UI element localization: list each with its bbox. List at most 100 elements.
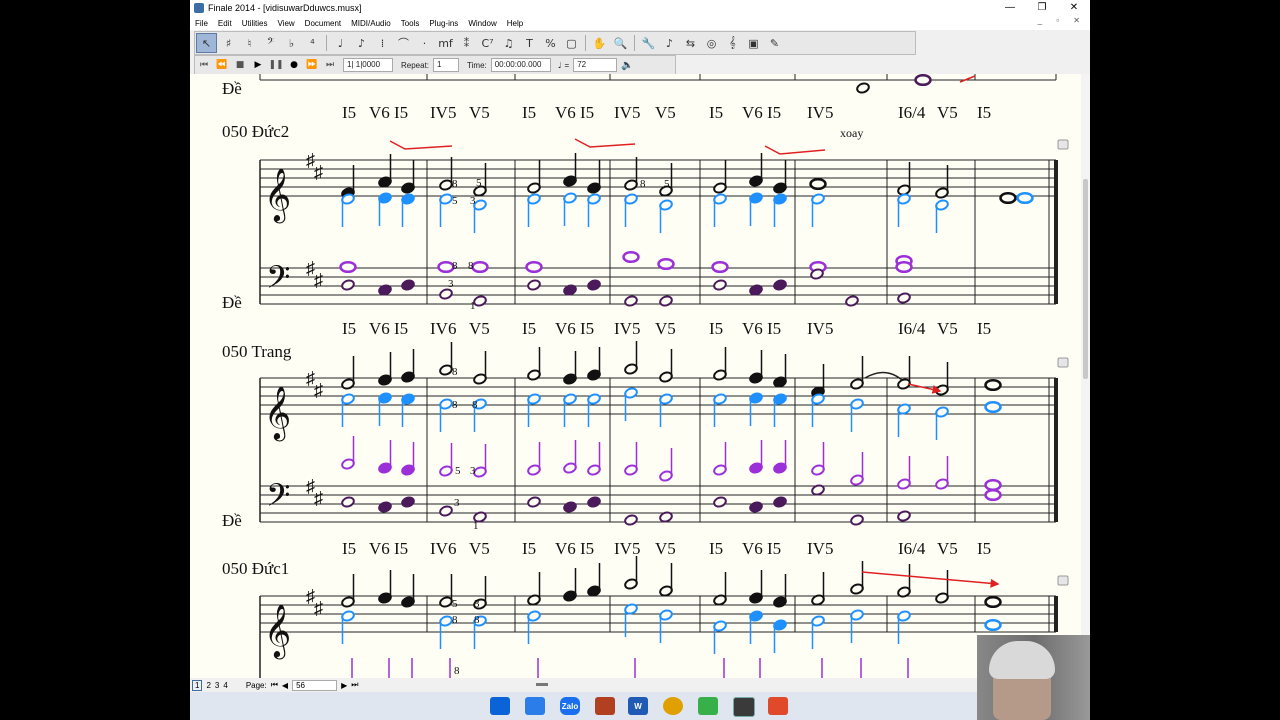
mixer-tool-icon[interactable]: ◎ <box>702 34 721 52</box>
menu-utilities[interactable]: Utilities <box>242 19 268 28</box>
menu-edit[interactable]: Edit <box>218 19 232 28</box>
vertical-scrollbar[interactable] <box>1081 74 1090 678</box>
layer-tab-2[interactable]: 2 <box>206 681 210 690</box>
hyperscribe-tool-icon[interactable]: 𝄞 <box>723 34 742 52</box>
annotation-line <box>574 138 636 148</box>
file-explorer-icon[interactable] <box>525 697 545 715</box>
finale-app-icon <box>194 3 204 13</box>
last-page-icon[interactable]: ⏭ <box>351 680 358 690</box>
note-mover-tool-icon[interactable]: ✎ <box>765 34 784 52</box>
chord-symbol: I5 <box>977 319 991 338</box>
windows-start-icon[interactable] <box>490 697 510 715</box>
menu-help[interactable]: Help <box>507 19 523 28</box>
staff-tool-icon[interactable]: ♯ <box>219 34 238 52</box>
system-title: 050 Đức1 <box>222 559 289 578</box>
articulation-tool-icon[interactable]: · <box>415 34 434 52</box>
forward-to-end-button[interactable]: ⏭ <box>321 60 339 70</box>
graphics-tool-icon[interactable]: ▢ <box>562 34 581 52</box>
fast-forward-button[interactable]: ⏩ <box>303 60 321 70</box>
mix-app-icon[interactable] <box>595 697 615 715</box>
zoom-tool-icon[interactable]: 🔍 <box>611 34 630 52</box>
figured-bass: 5 <box>452 195 458 207</box>
menu-midi-audio[interactable]: MIDI/Audio <box>351 19 391 28</box>
treble-clef-icon: 𝄞 <box>264 604 291 659</box>
selection-tool-icon[interactable]: ↖ <box>196 33 217 53</box>
sharp-icon: ♯ <box>314 488 323 508</box>
ossia-tool-icon[interactable]: ▣ <box>744 34 763 52</box>
system-title: 050 Đức2 <box>222 122 289 141</box>
play-button[interactable]: ▶ <box>249 60 267 70</box>
mirror-tool-icon[interactable]: ⇆ <box>681 34 700 52</box>
first-page-icon[interactable]: ⏮ <box>271 680 278 690</box>
layer-tab-3[interactable]: 3 <box>215 681 219 690</box>
score-document[interactable]: Đề I5 V6 I5 IV5 V5 I5 V6 I5 IV5 V5 I5 V6 I5 IV5 I6/4 V5 I… <box>190 74 1081 678</box>
record-button[interactable]: ● <box>285 60 303 70</box>
expression-tool-icon[interactable]: mf <box>436 34 455 52</box>
annotation-text: xoay <box>840 126 863 140</box>
speedy-entry-tool-icon[interactable]: ♪ <box>660 34 679 52</box>
chord-symbol: V5 <box>655 319 676 338</box>
chord-symbol: I5 <box>580 539 594 558</box>
minimize-button[interactable]: — <box>994 0 1026 16</box>
layer-tab-1[interactable]: 1 <box>192 679 203 691</box>
chord-tool-icon[interactable]: C⁷ <box>478 34 497 52</box>
chord-symbol: I5 <box>342 319 356 338</box>
camtasia-icon[interactable] <box>698 697 718 715</box>
menu-file[interactable]: File <box>195 19 208 28</box>
close-button[interactable]: ✕ <box>1058 0 1090 16</box>
chord-symbol: I6/4 <box>898 539 926 558</box>
document-window-controls[interactable]: _ ▫ ✕ <box>1038 16 1086 25</box>
whole-note <box>914 74 932 87</box>
special-tools-icon[interactable]: 🔧 <box>639 34 658 52</box>
position-field[interactable]: 1| 1|0000 <box>343 58 393 72</box>
page-number-field[interactable]: 56 <box>292 679 338 691</box>
note-head <box>773 279 787 291</box>
repeat-tool-icon[interactable]: ⁑ <box>457 34 476 52</box>
scrollbar-thumb[interactable] <box>1083 179 1088 379</box>
menu-tools[interactable]: Tools <box>401 19 420 28</box>
lyrics-tool-icon[interactable]: ♫ <box>499 34 518 52</box>
tempo-field[interactable]: 72 <box>573 58 618 72</box>
key-signature-tool-icon[interactable]: ♭ <box>282 34 301 52</box>
chord-symbol: IV5 <box>614 319 640 338</box>
speaker-icon[interactable]: 🔈 <box>621 60 633 71</box>
measure-tool-icon[interactable]: ⁞ <box>373 34 392 52</box>
chord-symbol: IV6 <box>430 319 456 338</box>
note-head <box>341 279 355 291</box>
finale-taskbar-icon[interactable] <box>733 697 755 717</box>
rewind-to-start-button[interactable]: ⏮ <box>195 60 213 70</box>
time-signature-tool-icon[interactable]: ⁴ <box>303 34 322 52</box>
chord-symbol: IV5 <box>807 319 833 338</box>
main-tool-palette: ↖ ♯ ♮ 𝄢 ♭ ⁴ ♩ ♪ ⁞ ⌒ · mf ⁑ C⁷ ♫ T% ▢ ✋ 🔍 🔧 ♪ ⇆ ◎ 𝄞 ▣ ✎ <box>194 31 916 55</box>
menu-window[interactable]: Window <box>468 19 496 28</box>
note-head <box>659 295 673 307</box>
smart-shape-tool-icon[interactable]: ⌒ <box>394 34 413 52</box>
chrome-icon[interactable] <box>663 697 683 715</box>
menu-document[interactable]: Document <box>305 19 341 28</box>
prev-page-icon[interactable]: ◀ <box>282 681 288 690</box>
music-notation-canvas[interactable]: ĐềI5 V6 I5 IV5 V5 I5 V6 I5 IV5 V5 I5 V6 I5 IV5 I6/4 V5 I… <box>190 74 1081 678</box>
quarter-note-icon[interactable]: ♩ <box>558 61 562 70</box>
capcut-icon[interactable] <box>768 697 788 715</box>
zalo-icon[interactable]: Zalo <box>560 697 580 715</box>
clef-tool-icon[interactable]: 𝄢 <box>261 34 280 52</box>
hand-grabber-tool-icon[interactable]: ✋ <box>590 34 609 52</box>
note-head <box>341 496 355 508</box>
menu-plug-ins[interactable]: Plug-ins <box>429 19 458 28</box>
resize-tool-icon[interactable]: % <box>541 34 560 52</box>
pause-button[interactable]: ❚❚ <box>267 60 285 70</box>
tuplet-tool-icon[interactable]: ♪ <box>352 34 371 52</box>
layer-tab-4[interactable]: 4 <box>223 681 227 690</box>
next-page-icon[interactable]: ▶ <box>341 681 347 690</box>
restore-button[interactable]: ❐ <box>1026 0 1058 16</box>
menu-view[interactable]: View <box>277 19 294 28</box>
simple-entry-tool-icon[interactable]: ♮ <box>240 34 259 52</box>
rewind-button[interactable]: ⏪ <box>213 60 231 70</box>
stop-button[interactable]: ■ <box>231 60 249 70</box>
chord-symbol: I5 <box>709 319 723 338</box>
note-entry-tool-icon[interactable]: ♩ <box>331 34 350 52</box>
repeat-field[interactable]: 1 <box>433 58 460 72</box>
text-tool-icon[interactable]: T <box>520 34 539 52</box>
word-icon[interactable]: W <box>628 697 648 715</box>
time-field[interactable]: 00:00:00.000 <box>490 58 551 72</box>
